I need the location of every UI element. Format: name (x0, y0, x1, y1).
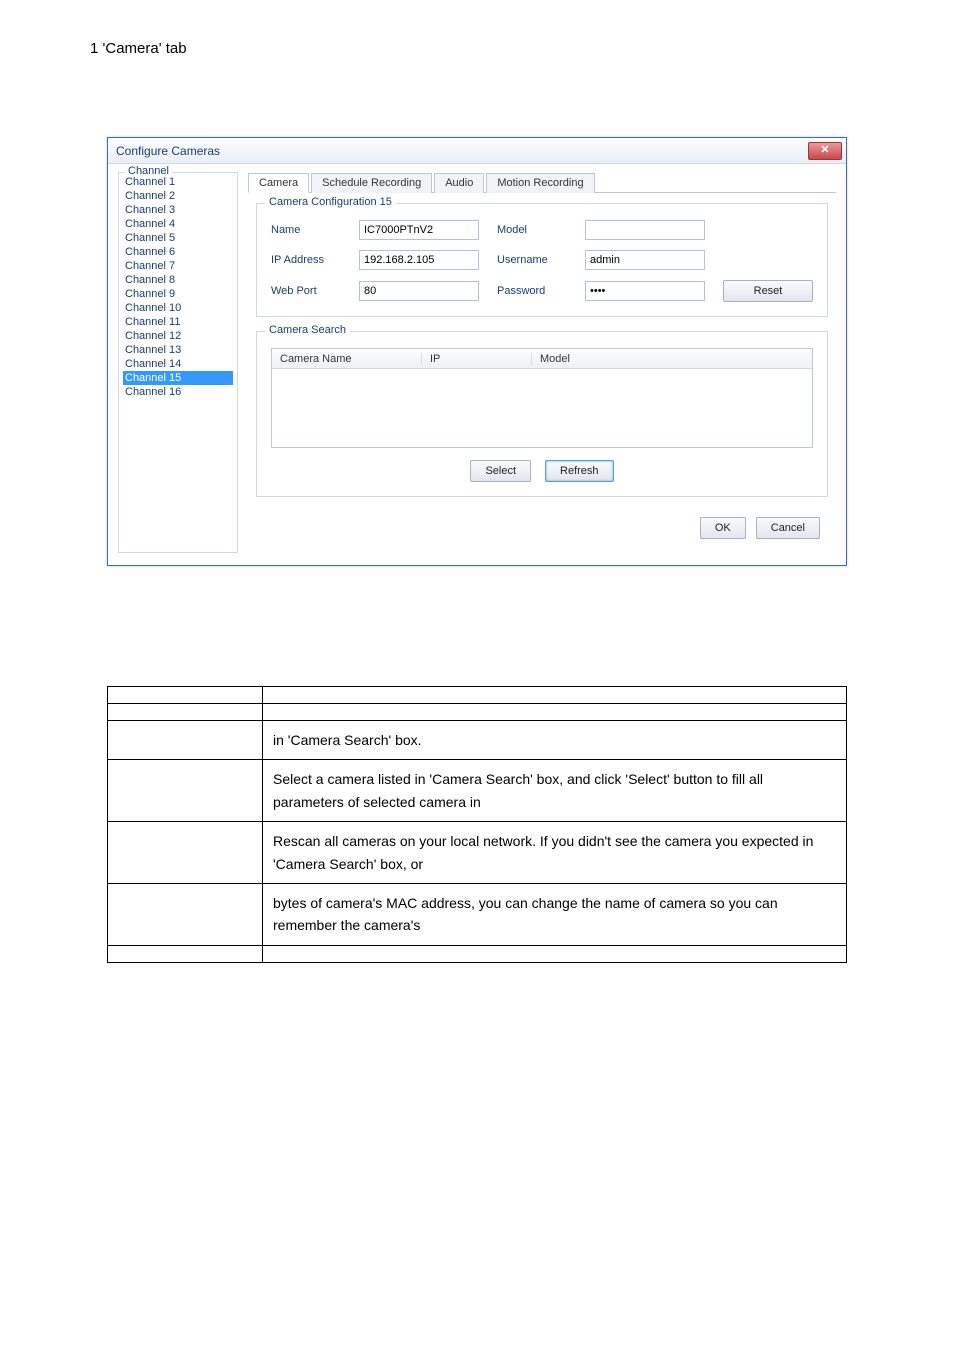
reset-button[interactable]: Reset (723, 280, 813, 302)
channel-item-8[interactable]: Channel 8 (123, 273, 233, 287)
channel-item-5[interactable]: Channel 5 (123, 231, 233, 245)
right-panel: CameraSchedule RecordingAudioMotion Reco… (248, 172, 836, 553)
channel-list-group: Channel Channel 1Channel 2Channel 3Chann… (118, 172, 238, 553)
channel-item-12[interactable]: Channel 12 (123, 329, 233, 343)
tab-motion-recording[interactable]: Motion Recording (486, 173, 594, 193)
channel-item-13[interactable]: Channel 13 (123, 343, 233, 357)
tab-row: CameraSchedule RecordingAudioMotion Reco… (248, 172, 836, 193)
channel-item-7[interactable]: Channel 7 (123, 259, 233, 273)
password-label: Password (497, 285, 567, 297)
desc-row-0-label (108, 687, 263, 704)
channel-item-3[interactable]: Channel 3 (123, 203, 233, 217)
tab-content: Camera Configuration 15 Name Model IP Ad… (248, 193, 836, 507)
desc-row-6-text (263, 945, 847, 962)
col-model[interactable]: Model (532, 353, 812, 365)
webport-label: Web Port (271, 285, 341, 297)
dialog-title: Configure Cameras (116, 144, 220, 158)
channel-item-2[interactable]: Channel 2 (123, 189, 233, 203)
channel-item-15[interactable]: Channel 15 (123, 371, 233, 385)
model-input[interactable] (585, 220, 705, 240)
doc-heading: 1 'Camera' tab (90, 40, 874, 57)
camera-search-list[interactable]: Camera Name IP Model (271, 348, 813, 448)
desc-row-3-label (108, 760, 263, 822)
channel-item-16[interactable]: Channel 16 (123, 385, 233, 399)
channel-item-9[interactable]: Channel 9 (123, 287, 233, 301)
desc-row-2-text: in 'Camera Search' box. (263, 721, 847, 760)
webport-input[interactable] (359, 281, 479, 301)
username-label: Username (497, 254, 567, 266)
desc-row-3-text: Select a camera listed in 'Camera Search… (263, 760, 847, 822)
camera-config-fieldset: Camera Configuration 15 Name Model IP Ad… (256, 203, 828, 317)
ip-input[interactable] (359, 250, 479, 270)
desc-row-4-text: Rescan all cameras on your local network… (263, 822, 847, 884)
channel-group-label: Channel (125, 165, 172, 177)
search-list-headers: Camera Name IP Model (272, 349, 812, 369)
desc-row-1-text (263, 704, 847, 721)
dialog-titlebar: Configure Cameras ✕ (108, 138, 846, 164)
cancel-button[interactable]: Cancel (756, 517, 820, 539)
desc-row-2-label (108, 721, 263, 760)
col-camera-name[interactable]: Camera Name (272, 353, 422, 365)
tab-audio[interactable]: Audio (434, 173, 484, 193)
desc-row-6-label (108, 945, 263, 962)
tab-schedule-recording[interactable]: Schedule Recording (311, 173, 432, 193)
desc-row-1-label (108, 704, 263, 721)
name-input[interactable] (359, 220, 479, 240)
description-table: in 'Camera Search' box.Select a camera l… (107, 686, 847, 963)
model-label: Model (497, 224, 567, 236)
channel-item-1[interactable]: Channel 1 (123, 175, 233, 189)
desc-row-5-label (108, 883, 263, 945)
name-label: Name (271, 224, 341, 236)
channel-item-14[interactable]: Channel 14 (123, 357, 233, 371)
channel-item-4[interactable]: Channel 4 (123, 217, 233, 231)
camera-search-label: Camera Search (265, 324, 350, 336)
close-button[interactable]: ✕ (808, 142, 842, 160)
desc-row-0-text (263, 687, 847, 704)
dialog-body: Channel Channel 1Channel 2Channel 3Chann… (108, 164, 846, 565)
ip-label: IP Address (271, 254, 341, 266)
channel-item-11[interactable]: Channel 11 (123, 315, 233, 329)
dialog-footer: OK Cancel (248, 507, 836, 553)
desc-row-5-text: bytes of camera's MAC address, you can c… (263, 883, 847, 945)
ok-button[interactable]: OK (700, 517, 746, 539)
username-input[interactable] (585, 250, 705, 270)
refresh-button[interactable]: Refresh (545, 460, 614, 482)
password-input[interactable] (585, 281, 705, 301)
camera-config-label: Camera Configuration 15 (265, 196, 396, 208)
channel-item-10[interactable]: Channel 10 (123, 301, 233, 315)
channel-item-6[interactable]: Channel 6 (123, 245, 233, 259)
camera-search-fieldset: Camera Search Camera Name IP Model Selec… (256, 331, 828, 497)
col-ip[interactable]: IP (422, 353, 532, 365)
select-button[interactable]: Select (470, 460, 531, 482)
tab-camera[interactable]: Camera (248, 173, 309, 193)
configure-cameras-dialog: Configure Cameras ✕ Channel Channel 1Cha… (107, 137, 847, 566)
desc-row-4-label (108, 822, 263, 884)
